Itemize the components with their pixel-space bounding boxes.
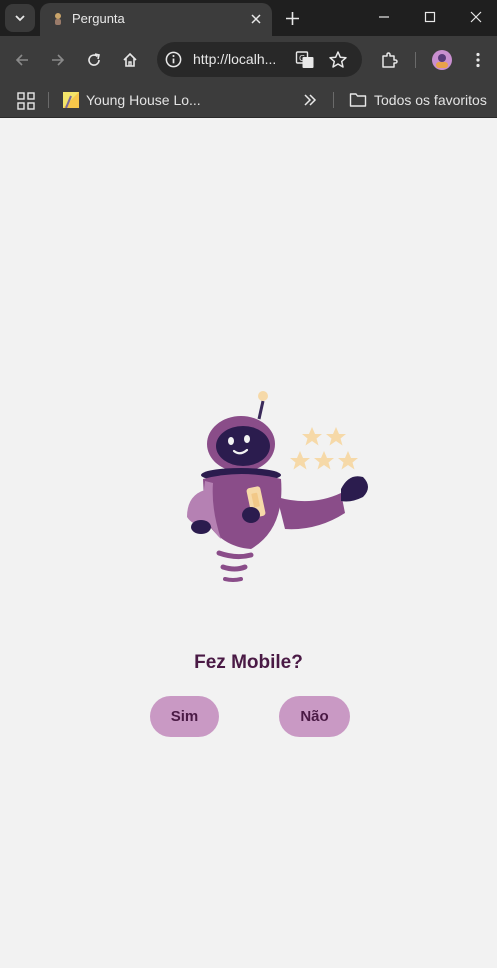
forward-button[interactable] [46,48,70,72]
tab-search-button[interactable] [5,4,35,32]
bookmarks-bar: Young House Lo... Todos os favoritos [0,83,497,118]
home-button[interactable] [118,48,142,72]
maximize-button[interactable] [407,0,453,34]
close-icon [251,14,261,24]
maximize-icon [424,11,436,23]
plus-icon [285,11,299,25]
translate-icon[interactable]: G [295,50,315,70]
close-window-icon [470,11,482,23]
tab-close-button[interactable] [248,11,264,27]
toolbar-divider [415,52,416,68]
bookmark-label: Young House Lo... [86,92,201,108]
profile-button[interactable] [430,48,454,72]
arrow-left-icon [15,54,28,66]
folder-icon [349,93,367,107]
close-window-button[interactable] [453,0,497,34]
new-tab-button[interactable] [282,8,302,28]
bookmark-star-icon[interactable] [328,50,348,70]
url-text[interactable]: http://localh... [193,51,276,68]
robot-illustration [187,391,368,582]
svg-text:G: G [299,54,305,63]
all-bookmarks-button[interactable]: Todos os favoritos [349,89,487,111]
tab-favicon-icon [55,13,61,25]
puzzle-icon [382,52,398,68]
minimize-icon [379,16,389,18]
minimize-button[interactable] [361,0,407,34]
menu-button[interactable] [466,48,490,72]
bookmark-item[interactable]: Young House Lo... [63,89,201,111]
browser-toolbar: http://localh... G [0,36,497,83]
yes-button[interactable]: Sim [150,696,219,737]
tab-title: Pergunta [72,11,125,26]
avatar [432,50,452,70]
arrow-right-icon [52,54,65,66]
extensions-button[interactable] [377,48,401,72]
title-bar: Pergunta [0,0,497,36]
chevron-down-icon [15,15,25,22]
bookmarks-divider [333,92,334,108]
all-bookmarks-label: Todos os favoritos [374,92,487,108]
tab-active[interactable]: Pergunta [40,3,272,36]
back-button[interactable] [10,48,34,72]
bookmark-favicon-icon [63,92,79,108]
no-button[interactable]: Não [279,696,350,737]
page-content: Fez Mobile? Sim Não [0,118,497,968]
address-bar[interactable]: http://localh... G [157,42,362,77]
double-chevron-right-icon[interactable] [301,91,319,109]
bookmarks-divider [48,92,49,108]
reload-icon [88,53,100,66]
reload-button[interactable] [82,48,106,72]
question-title: Fez Mobile? [194,652,303,673]
kebab-menu-icon [476,52,480,68]
site-info-icon[interactable] [164,50,183,69]
home-icon [123,52,137,67]
apps-grid-icon[interactable] [17,92,35,110]
